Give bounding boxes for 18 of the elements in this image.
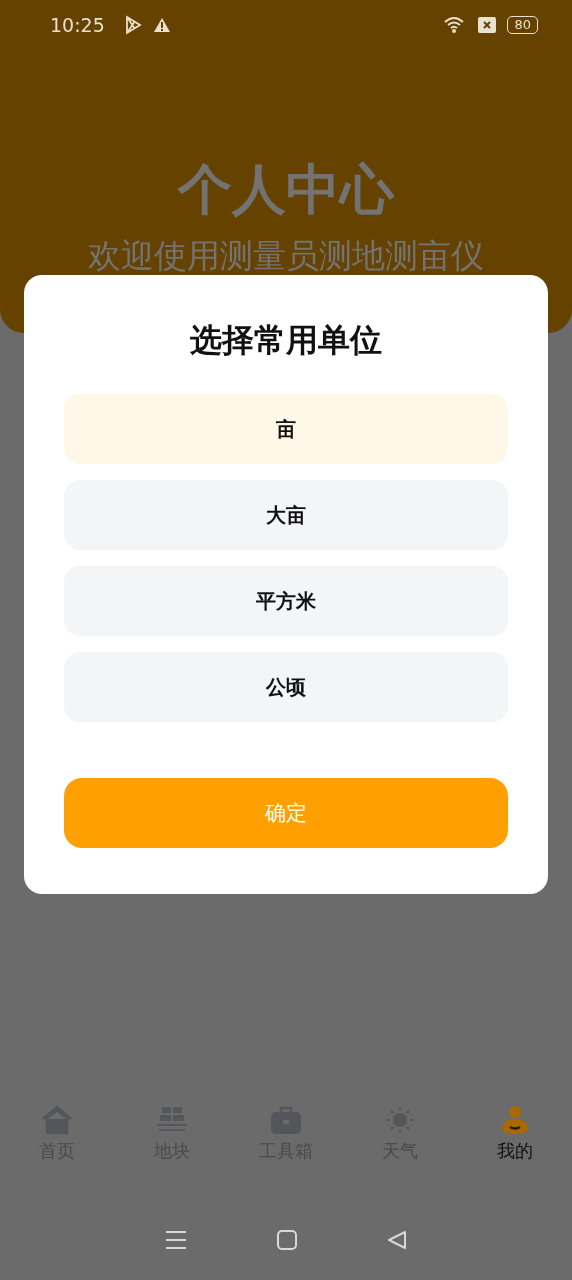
toolbox-icon xyxy=(270,1105,302,1135)
back-icon[interactable] xyxy=(387,1230,407,1250)
confirm-button[interactable]: 确定 xyxy=(64,778,508,848)
tab-item[interactable]: 我的 xyxy=(457,1105,572,1195)
page-title: 个人中心 xyxy=(178,158,394,222)
home-button-icon[interactable] xyxy=(277,1230,297,1250)
unit-option[interactable]: 大亩 xyxy=(64,480,508,550)
warning-icon xyxy=(152,17,171,33)
sim-blocked-icon xyxy=(477,16,498,34)
status-time: 10:25 xyxy=(50,14,105,36)
menu-icon[interactable] xyxy=(165,1230,187,1250)
dialog-title: 选择常用单位 xyxy=(190,320,382,361)
unit-option[interactable]: 亩 xyxy=(64,394,508,464)
home-icon xyxy=(41,1105,74,1135)
page-subtitle: 欢迎使用测量员测地测亩仪 xyxy=(88,235,484,277)
unit-option[interactable]: 公顷 xyxy=(64,652,508,722)
battery-indicator: 80 xyxy=(507,16,538,34)
unit-option[interactable]: 平方米 xyxy=(64,566,508,636)
